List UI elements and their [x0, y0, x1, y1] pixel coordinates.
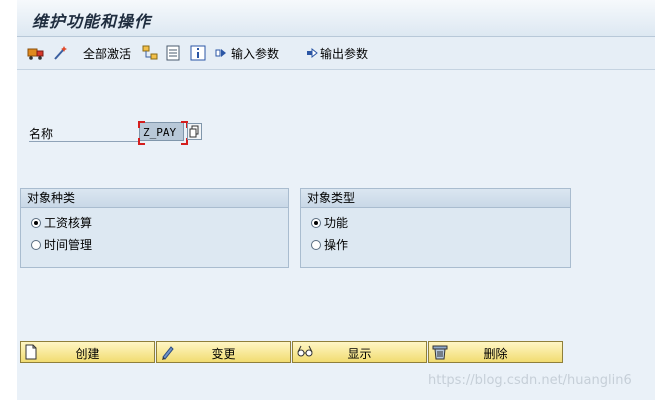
- required-marker-bottom-left: [138, 138, 145, 145]
- input-params-label: 输入参数: [231, 46, 280, 61]
- radio-function-label: 功能: [324, 216, 349, 230]
- document-button[interactable]: [165, 44, 181, 62]
- watermark-text: https://blog.csdn.net/huanglin6: [428, 373, 632, 388]
- activate-all-button[interactable]: 全部激活: [79, 44, 131, 62]
- name-input[interactable]: Z_PAY: [139, 122, 184, 141]
- title-bar: 维护功能和操作: [17, 0, 655, 37]
- object-kind-header: 对象种类: [21, 189, 288, 208]
- application-toolbar: 全部激活 输入参数 输出参数: [17, 37, 655, 70]
- name-label: 名称: [29, 127, 54, 141]
- radio-operation[interactable]: 操作: [311, 236, 348, 253]
- change-button[interactable]: 变更: [156, 341, 291, 363]
- delete-button-label: 删除: [483, 347, 508, 361]
- object-kind-group: 对象种类 工资核算 时间管理: [20, 188, 289, 268]
- create-button-label: 创建: [75, 347, 100, 361]
- output-arrow-icon: [307, 47, 318, 59]
- radio-time-management-label: 时间管理: [44, 238, 93, 252]
- input-params-button[interactable]: 输入参数: [215, 44, 279, 62]
- transport-button[interactable]: [27, 44, 45, 62]
- output-params-label: 输出参数: [320, 46, 369, 61]
- required-marker-top-left: [138, 121, 145, 128]
- info-icon: [190, 45, 206, 61]
- page-title: 维护功能和操作: [32, 12, 152, 31]
- radio-button[interactable]: [311, 239, 321, 250]
- copy-icon: [189, 125, 199, 138]
- create-button[interactable]: 创建: [20, 341, 155, 363]
- radio-payroll-label: 工资核算: [44, 216, 93, 230]
- display-button[interactable]: 显示: [292, 341, 427, 363]
- display-button-label: 显示: [347, 347, 372, 361]
- radio-function[interactable]: 功能: [311, 214, 348, 231]
- name-value-help-button[interactable]: [187, 123, 202, 140]
- delete-button[interactable]: 删除: [428, 341, 563, 363]
- hierarchy-icon: [142, 45, 158, 60]
- radio-payroll[interactable]: 工资核算: [31, 214, 92, 231]
- edit-wand-button[interactable]: [52, 44, 68, 62]
- change-button-label: 变更: [211, 347, 236, 361]
- output-params-button[interactable]: 输出参数: [306, 44, 368, 62]
- radio-button-checked[interactable]: [311, 217, 321, 228]
- radio-button[interactable]: [31, 239, 41, 250]
- magic-wand-icon: [54, 46, 67, 60]
- activate-all-label: 全部激活: [83, 46, 132, 61]
- truck-icon: [27, 48, 44, 60]
- radio-button-checked[interactable]: [31, 217, 41, 228]
- object-type-header: 对象类型: [301, 189, 570, 208]
- info-button[interactable]: [190, 44, 206, 62]
- object-type-group: 对象类型 功能 操作: [300, 188, 571, 268]
- name-label-underline: [29, 141, 139, 142]
- radio-time-management[interactable]: 时间管理: [31, 236, 92, 253]
- input-arrow-icon: [215, 49, 226, 57]
- hierarchy-button[interactable]: [142, 44, 158, 62]
- document-list-icon: [166, 45, 180, 61]
- left-margin-strip: [0, 0, 17, 400]
- radio-operation-label: 操作: [324, 238, 349, 252]
